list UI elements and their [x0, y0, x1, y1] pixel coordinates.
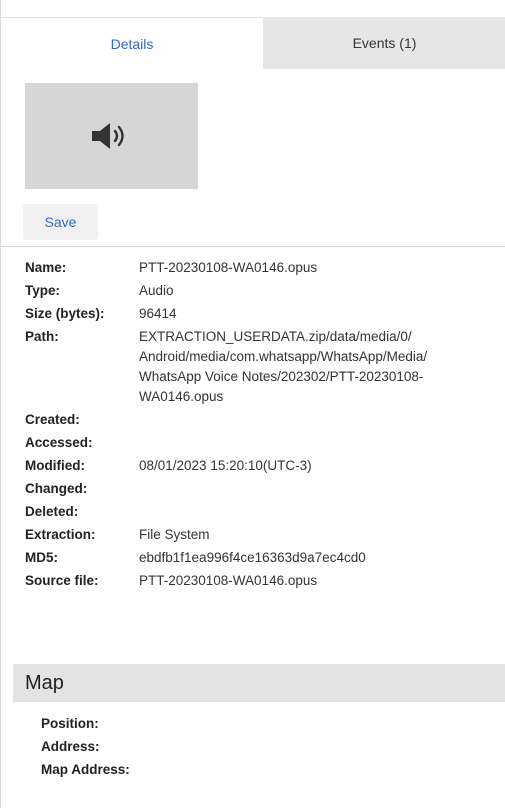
tab-details[interactable]: Details — [1, 17, 263, 69]
property-label: Size (bytes): — [25, 306, 105, 321]
path-line: Android/media/com.whatsapp/WhatsApp/Medi… — [139, 349, 428, 364]
map-section-title: Map — [25, 671, 64, 694]
property-row-type: Type: Audio — [25, 281, 495, 301]
property-value — [139, 433, 495, 453]
property-label: MD5: — [25, 550, 58, 565]
property-label: Modified: — [25, 458, 85, 473]
property-value: ebdfb1f1ea996f4ce16363d9a7ec4cd0 — [139, 550, 366, 565]
property-value: PTT-20230108-WA0146.opus — [139, 573, 318, 588]
property-label: Accessed: — [25, 435, 93, 450]
path-line: WhatsApp Voice Notes/202302/PTT-20230108… — [139, 369, 424, 384]
media-thumbnail[interactable] — [25, 83, 198, 189]
property-row-name: Name: PTT-20230108-WA0146.opus — [25, 258, 495, 278]
property-label: Deleted: — [25, 504, 79, 519]
details-panel: Details Events (1) Save Name: PTT-202301… — [0, 0, 505, 808]
tab-events[interactable]: Events (1) — [263, 17, 505, 69]
property-value: 08/01/2023 15:20:10(UTC-3) — [139, 458, 312, 473]
properties-table: Name: PTT-20230108-WA0146.opus Type: Aud… — [25, 258, 495, 594]
property-value — [139, 479, 495, 499]
property-row-extraction: Extraction: File System — [25, 525, 495, 545]
property-label: Name: — [25, 260, 67, 275]
map-label: Address: — [41, 739, 100, 754]
map-row-address: Address: — [41, 737, 181, 757]
map-section-header[interactable]: Map — [13, 664, 505, 702]
property-label: Source file: — [25, 573, 99, 588]
property-row-created: Created: — [25, 410, 495, 430]
property-label: Changed: — [25, 481, 88, 496]
property-value: PTT-20230108-WA0146.opus — [139, 260, 318, 275]
save-button[interactable]: Save — [23, 204, 98, 240]
property-label: Type: — [25, 283, 61, 298]
map-label: Map Address: — [41, 762, 130, 777]
property-row-md5: MD5: ebdfb1f1ea996f4ce16363d9a7ec4cd0 — [25, 548, 495, 568]
speaker-icon — [91, 123, 124, 149]
property-row-changed: Changed: — [25, 479, 495, 499]
map-row-position: Position: — [41, 714, 181, 734]
property-row-modified: Modified: 08/01/2023 15:20:10(UTC-3) — [25, 456, 495, 476]
tab-bar: Details Events (1) — [1, 17, 505, 69]
property-label: Path: — [25, 329, 59, 344]
path-line: EXTRACTION_USERDATA.zip/data/media/0/ — [139, 329, 412, 344]
property-row-size: Size (bytes): 96414 — [25, 304, 495, 324]
property-value: Audio — [139, 283, 174, 298]
property-row-accessed: Accessed: — [25, 433, 495, 453]
property-row-path: Path: EXTRACTION_USERDATA.zip/data/media… — [25, 327, 495, 407]
map-label: Position: — [41, 716, 99, 731]
divider — [1, 246, 505, 247]
map-row-map-address: Map Address: — [41, 760, 181, 780]
property-value — [139, 410, 495, 430]
property-value: File System — [139, 527, 210, 542]
property-label: Created: — [25, 412, 80, 427]
property-value: EXTRACTION_USERDATA.zip/data/media/0/ An… — [139, 327, 495, 407]
property-row-source-file: Source file: PTT-20230108-WA0146.opus — [25, 571, 495, 591]
map-properties: Position: Address: Map Address: — [41, 714, 181, 783]
property-value: 96414 — [139, 306, 177, 321]
property-label: Extraction: — [25, 527, 96, 542]
property-value — [139, 502, 495, 522]
path-line: WA0146.opus — [139, 389, 224, 404]
property-row-deleted: Deleted: — [25, 502, 495, 522]
